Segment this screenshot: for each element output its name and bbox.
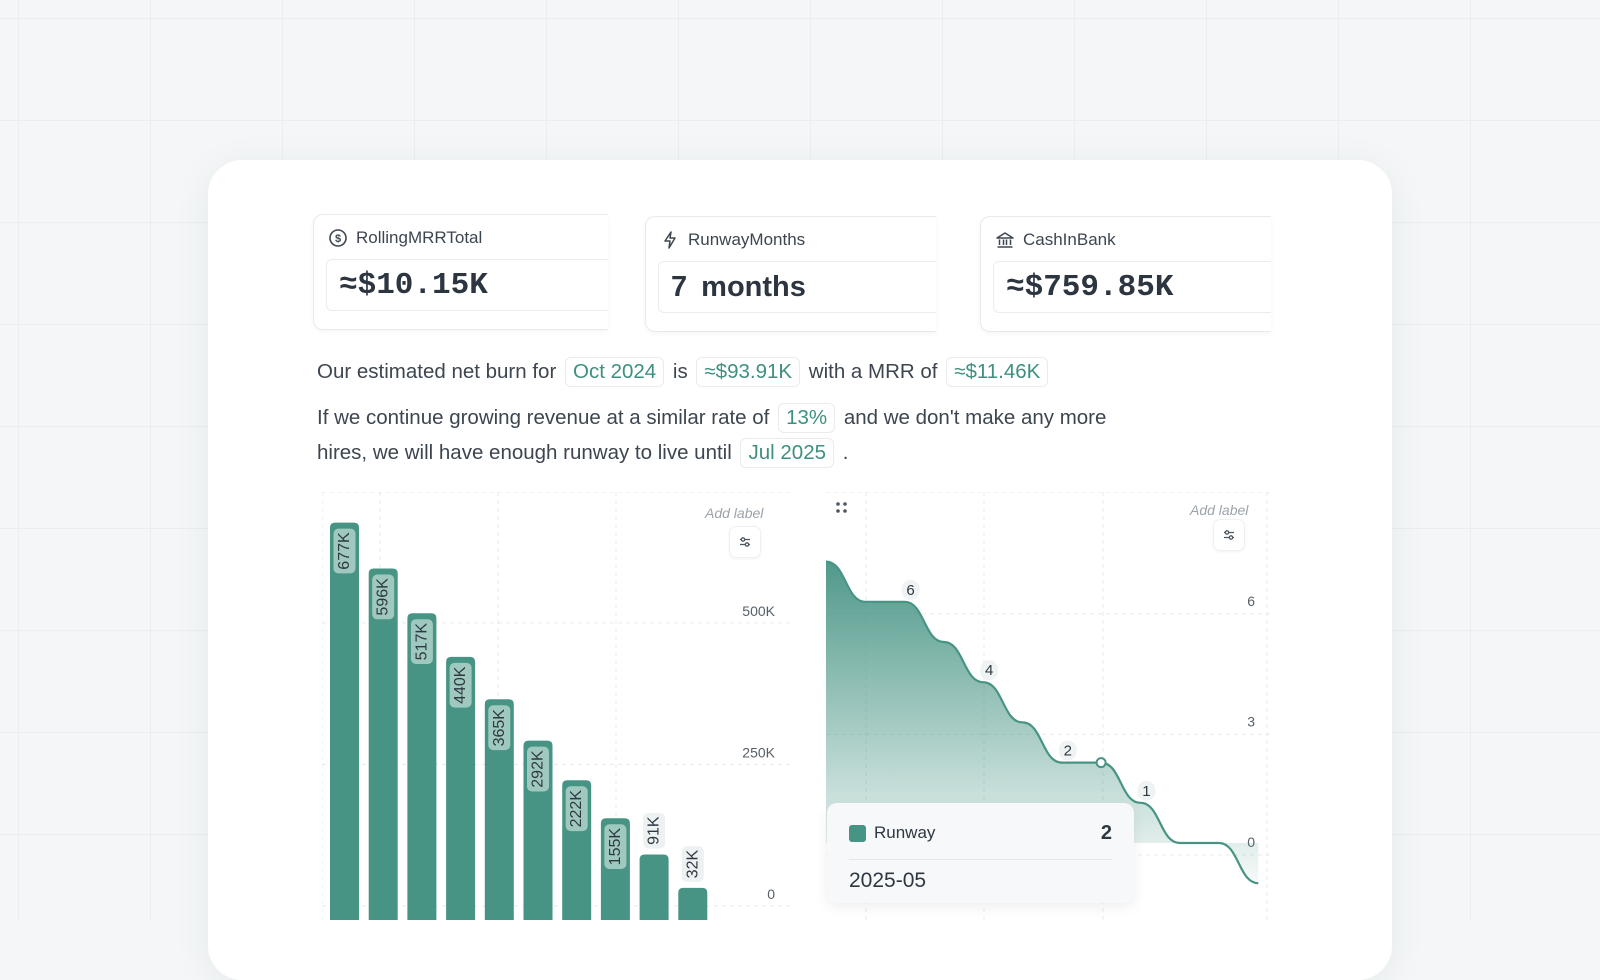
add-label-bar[interactable]: Add label <box>705 505 763 521</box>
summary-line-3: hires, we will have enough runway to liv… <box>317 437 848 469</box>
series-swatch <box>849 824 866 842</box>
bar-value-label: 32K <box>684 850 701 879</box>
runway-until-tag[interactable]: Jul 2025 <box>740 438 834 468</box>
point-label: 1 <box>1142 783 1150 800</box>
point-label: 2 <box>1064 743 1072 760</box>
y-tick-label: 250K <box>742 744 775 760</box>
cash-bar-chart: 500K 250K 0 677K 596K 517K 440K 365K 292K 222K 155… <box>322 492 792 920</box>
y-tick-label: 3 <box>1247 713 1255 729</box>
metric-label: RollingMRRTotal <box>356 228 483 247</box>
lightning-icon <box>660 230 680 250</box>
summary-line-1: Our estimated net burn for Oct 2024 is ≈… <box>317 356 1051 388</box>
y-tick-label: 500K <box>742 603 775 619</box>
bar[interactable] <box>639 854 669 920</box>
bar-value-label: 365K <box>491 709 508 747</box>
metric-value: ≈$759.85K <box>993 261 1271 313</box>
drag-handle-icon[interactable] <box>835 501 849 515</box>
chart-tooltip: Runway 2 2025-05 <box>827 803 1134 903</box>
metric-card-mrr: $ RollingMRRTotal ≈$10.15K <box>313 214 608 330</box>
sliders-icon <box>1222 528 1236 542</box>
bar-value-label: 292K <box>530 750 547 788</box>
svg-text:$: $ <box>335 233 341 245</box>
tooltip-series-name: Runway <box>874 823 936 842</box>
tooltip-value: 2 <box>1100 821 1112 844</box>
bar-chart-settings-button[interactable] <box>729 526 761 558</box>
metric-label: RunwayMonths <box>688 230 806 249</box>
metric-label: CashInBank <box>1023 230 1116 249</box>
burn-tag[interactable]: ≈$93.91K <box>696 357 801 387</box>
bar-value-label: 440K <box>452 666 469 704</box>
bar-value-label: 155K <box>607 828 624 866</box>
y-tick-label: 0 <box>767 886 775 902</box>
bar-value-label: 91K <box>646 816 663 845</box>
summary-line-2: If we continue growing revenue at a simi… <box>317 402 1106 434</box>
metric-value: 7 months <box>658 261 936 313</box>
mrr-tag[interactable]: ≈$11.46K <box>946 357 1049 387</box>
bar-value-label: 222K <box>568 790 585 828</box>
month-tag[interactable]: Oct 2024 <box>565 357 665 387</box>
bar-value-label: 517K <box>413 623 430 661</box>
tooltip-date: 2025-05 <box>849 869 927 892</box>
y-tick-label: 6 <box>1247 593 1255 609</box>
add-label-area[interactable]: Add label <box>1190 502 1248 518</box>
metric-card-runway: RunwayMonths 7 months <box>645 216 936 332</box>
bank-icon <box>995 230 1015 250</box>
metric-card-cash: CashInBank ≈$759.85K <box>980 216 1271 332</box>
bar[interactable] <box>678 887 708 920</box>
bar-chart-svg: 500K 250K 0 677K 596K 517K 440K 365K 292K 222K 155… <box>322 492 792 920</box>
area-chart-settings-button[interactable] <box>1213 519 1245 551</box>
bar-value-label: 677K <box>336 532 353 570</box>
point-label: 6 <box>906 582 914 599</box>
bar[interactable] <box>330 522 359 920</box>
growth-rate-tag[interactable]: 13% <box>778 403 836 433</box>
dollar-circle-icon: $ <box>328 228 348 248</box>
bar[interactable] <box>368 568 398 920</box>
active-point[interactable] <box>1095 757 1107 769</box>
sliders-icon <box>738 535 752 549</box>
metric-value: ≈$10.15K <box>326 259 608 311</box>
point-label: 4 <box>985 662 993 679</box>
bar-value-label: 596K <box>375 578 392 616</box>
